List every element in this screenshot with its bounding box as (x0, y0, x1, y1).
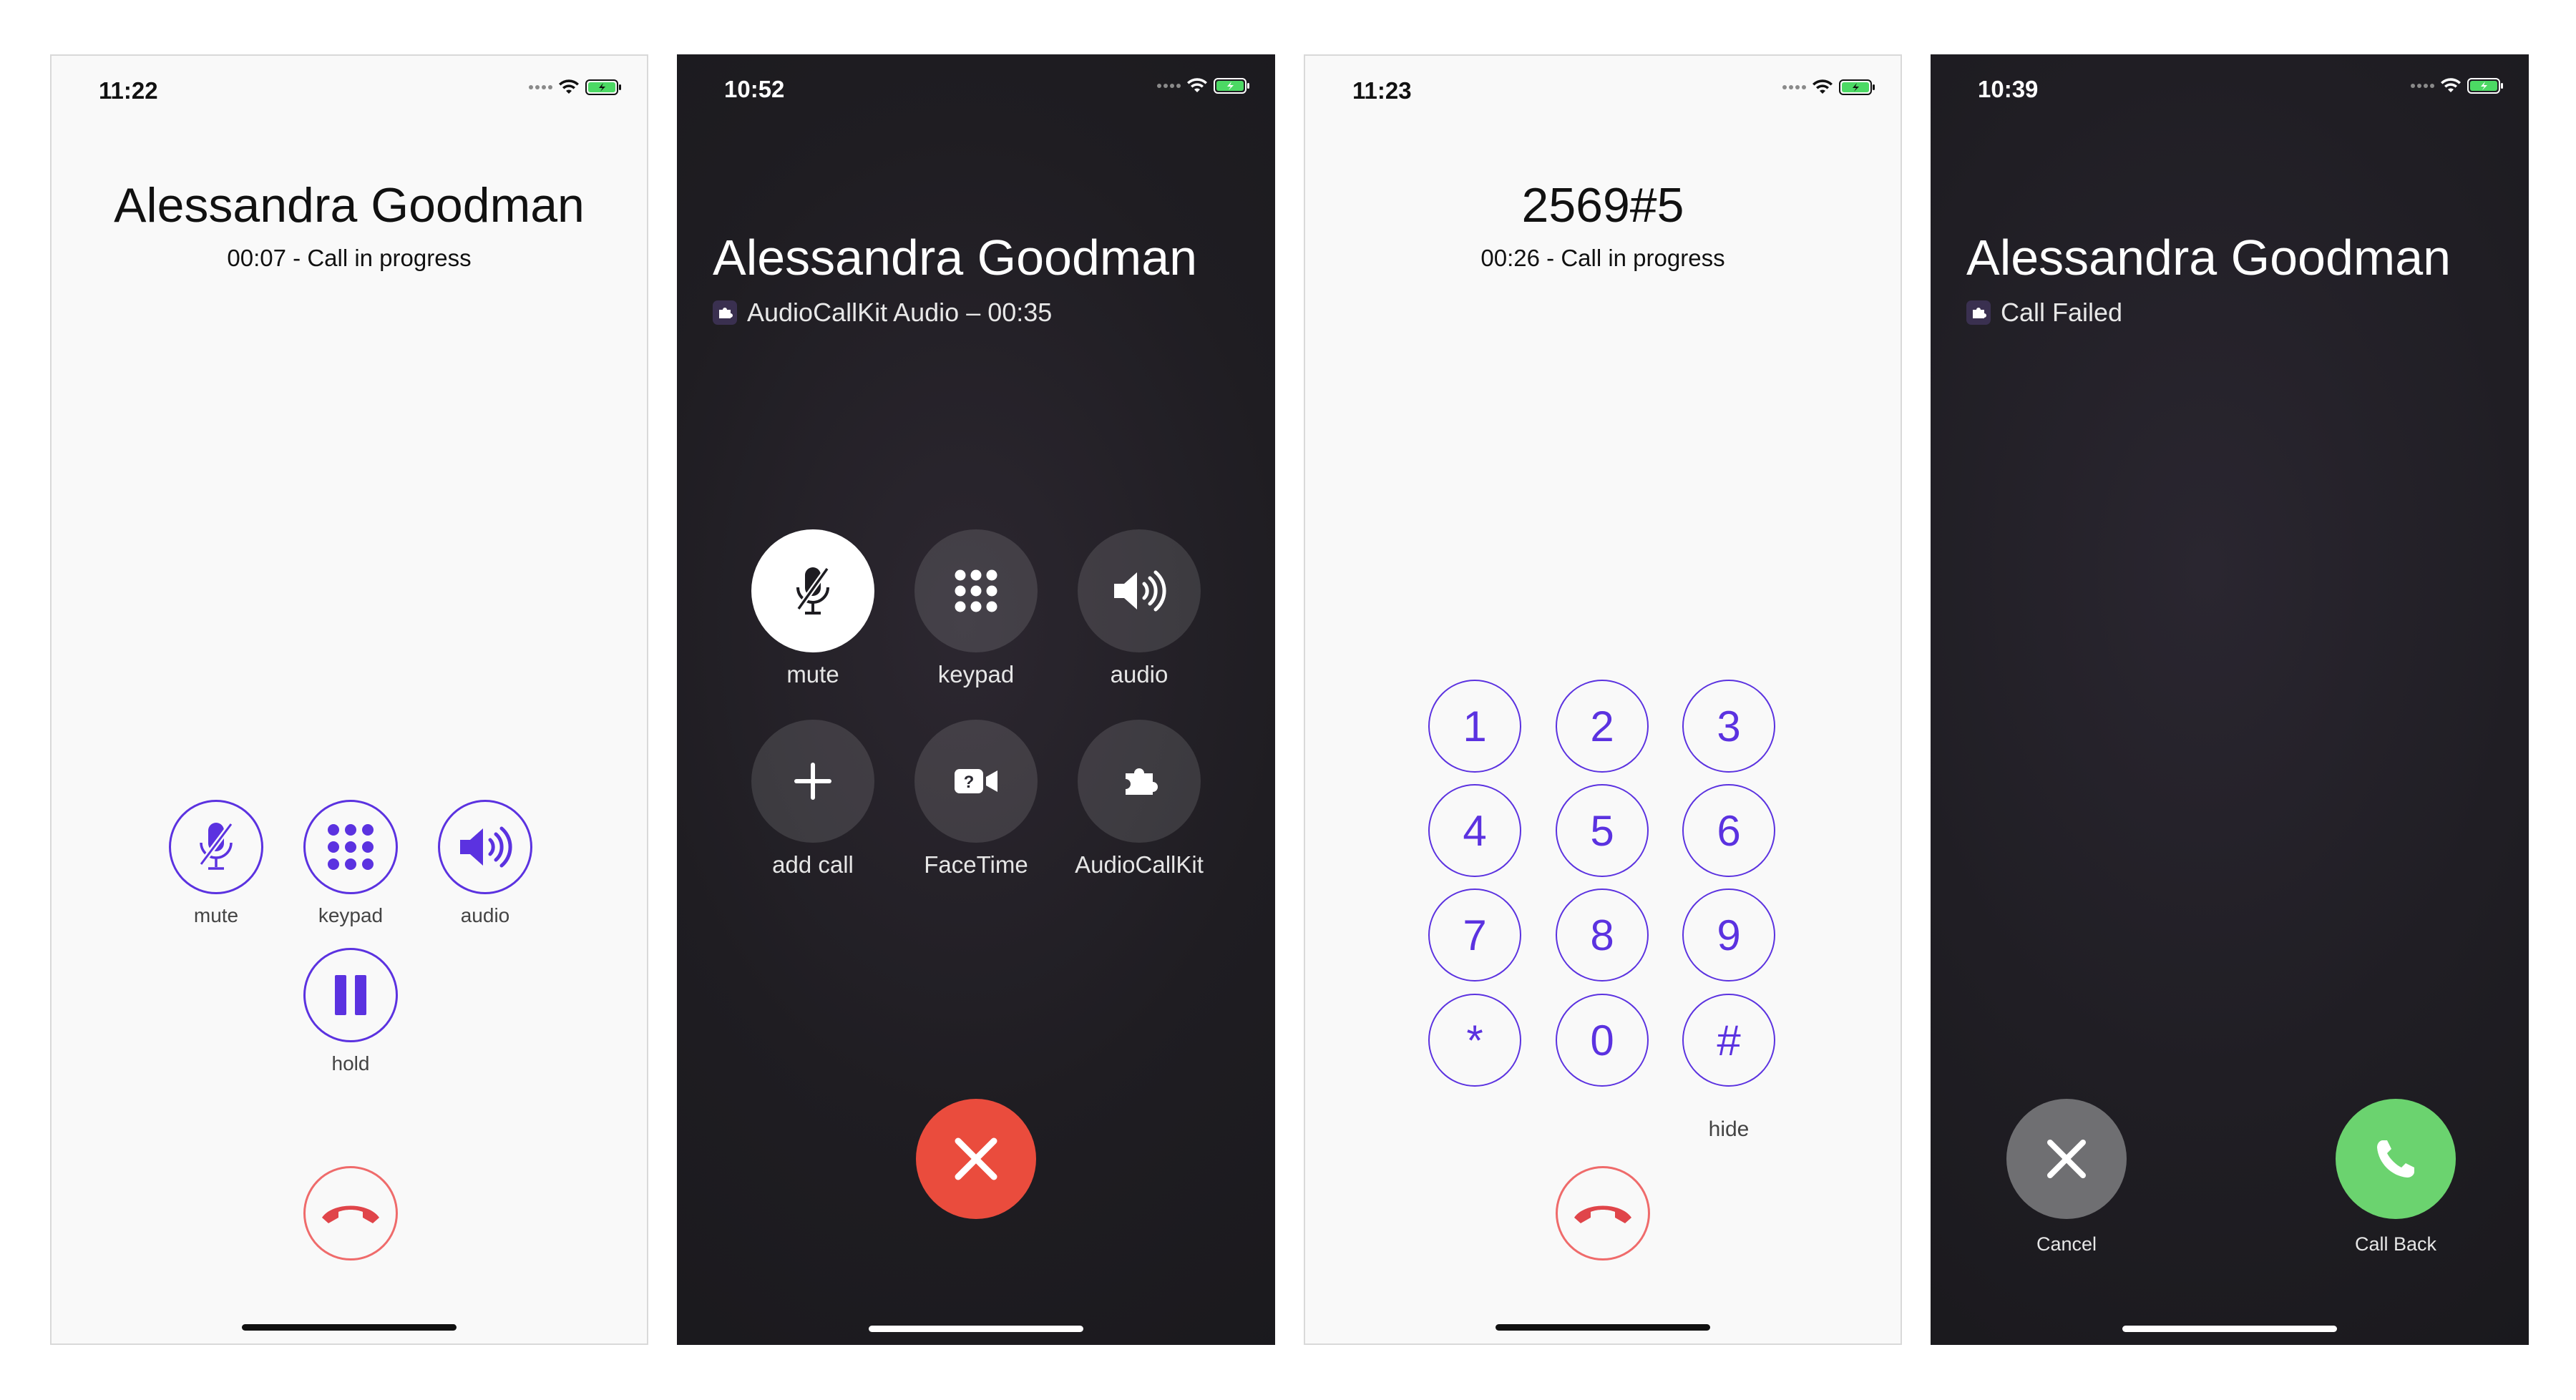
home-indicator[interactable] (2122, 1326, 2337, 1332)
call-screen-dark: 10:52 Alessandra Goodman AudioCallKit Au… (677, 54, 1275, 1345)
call-source-status: AudioCallKit Audio – 00:35 (713, 298, 1052, 328)
contact-name: Alessandra Goodman (713, 230, 1198, 285)
add-call-button[interactable] (751, 720, 874, 843)
facetime-button[interactable]: ? (914, 720, 1038, 843)
audio-label: audio (1110, 661, 1169, 687)
battery-charging-icon (1214, 77, 1251, 94)
key-7[interactable]: 7 (1428, 889, 1521, 982)
pause-icon (335, 975, 366, 1015)
key-4[interactable]: 4 (1428, 784, 1521, 877)
app-button[interactable] (1078, 720, 1201, 843)
key-8[interactable]: 8 (1556, 889, 1649, 982)
wifi-icon (1186, 78, 1208, 94)
mic-off-icon (796, 567, 830, 615)
call-failed-screen: 10:39 Alessandra Goodman Call Failed Can… (1931, 54, 2529, 1345)
key-2[interactable]: 2 (1556, 680, 1649, 773)
status-icons (1782, 79, 1876, 96)
speaker-icon (460, 826, 512, 868)
facetime-label: FaceTime (924, 851, 1028, 878)
contact-name: Alessandra Goodman (114, 178, 585, 232)
cellular-icon (529, 85, 552, 89)
contact-name: Alessandra Goodman (1966, 230, 2451, 285)
home-indicator[interactable] (1496, 1324, 1710, 1331)
phone-icon (2377, 1140, 2414, 1178)
battery-charging-icon (1839, 79, 1876, 96)
video-camera-icon: ? (955, 769, 997, 793)
wifi-icon (558, 79, 580, 95)
keypad-grid-icon (955, 569, 997, 612)
keypad-button[interactable] (303, 800, 398, 894)
call-failed-text: Call Failed (2001, 298, 2123, 327)
call-screen-light: 11:22 Alessandra Goodman 00:07 - Call in… (50, 54, 648, 1345)
mute-button[interactable] (751, 529, 874, 652)
home-indicator[interactable] (242, 1324, 457, 1331)
add-call-label: add call (772, 851, 854, 878)
hang-up-icon (322, 1205, 379, 1223)
end-call-button[interactable] (916, 1099, 1036, 1219)
status-icons (2411, 77, 2504, 94)
key-3[interactable]: 3 (1682, 680, 1775, 773)
keypad-screen: 11:23 2569#5 00:26 - Call in progress 1 … (1304, 54, 1902, 1345)
cellular-icon (1157, 84, 1181, 88)
mute-label: mute (786, 661, 839, 687)
keypad-button[interactable] (914, 529, 1038, 652)
mic-off-icon (198, 822, 234, 870)
call-status: 00:26 - Call in progress (1480, 245, 1725, 271)
app-label: AudioCallKit (1075, 851, 1204, 878)
status-time: 10:39 (1978, 76, 2039, 102)
audio-label: audio (460, 904, 510, 926)
hold-label: hold (331, 1052, 370, 1075)
call-back-label: Call Back (2354, 1233, 2437, 1255)
hang-up-icon (1574, 1205, 1631, 1223)
audio-button[interactable] (1078, 529, 1201, 652)
cancel-button[interactable] (2006, 1099, 2127, 1219)
status-time: 11:22 (99, 77, 158, 104)
key-star[interactable]: * (1428, 994, 1521, 1087)
app-puzzle-icon (1966, 300, 1991, 325)
close-icon (2047, 1140, 2086, 1178)
home-indicator[interactable] (869, 1326, 1083, 1332)
end-call-button[interactable] (303, 1166, 398, 1261)
key-hash[interactable]: # (1682, 994, 1775, 1087)
end-call-button[interactable] (1556, 1166, 1650, 1261)
battery-charging-icon (585, 79, 623, 96)
key-5[interactable]: 5 (1556, 784, 1649, 877)
hide-keypad-button[interactable]: hide (1672, 1117, 1786, 1142)
keypad-grid-icon (328, 824, 374, 870)
plus-icon (794, 763, 831, 800)
status-icons (529, 79, 623, 96)
call-back-button[interactable] (2336, 1099, 2456, 1219)
cellular-icon (2411, 84, 2434, 88)
call-status: 00:07 - Call in progress (227, 245, 472, 271)
close-icon (955, 1137, 997, 1180)
call-subtitle: AudioCallKit Audio – 00:35 (747, 298, 1053, 327)
dialed-digits: 2569#5 (1521, 178, 1684, 232)
status-time: 10:52 (724, 76, 785, 102)
battery-charging-icon (2467, 77, 2504, 94)
status-icons (1157, 77, 1251, 94)
status-time: 11:23 (1352, 77, 1412, 104)
keypad-label: keypad (937, 661, 1015, 687)
hold-button[interactable] (303, 948, 398, 1042)
key-6[interactable]: 6 (1682, 784, 1775, 877)
cellular-icon (1782, 85, 1806, 89)
key-0[interactable]: 0 (1556, 994, 1649, 1087)
keypad-label: keypad (318, 904, 384, 926)
wifi-icon (1812, 79, 1833, 95)
app-puzzle-icon (713, 300, 737, 325)
app-puzzle-icon (1126, 768, 1158, 795)
wifi-icon (2440, 78, 2462, 94)
speaker-icon (1114, 570, 1166, 612)
svg-text:?: ? (964, 773, 975, 792)
key-9[interactable]: 9 (1682, 889, 1775, 982)
cancel-label: Cancel (2036, 1233, 2097, 1255)
key-1[interactable]: 1 (1428, 680, 1521, 773)
audio-button[interactable] (438, 800, 532, 894)
call-source-status: Call Failed (1966, 298, 2122, 328)
mute-button[interactable] (169, 800, 263, 894)
mute-label: mute (193, 904, 239, 926)
